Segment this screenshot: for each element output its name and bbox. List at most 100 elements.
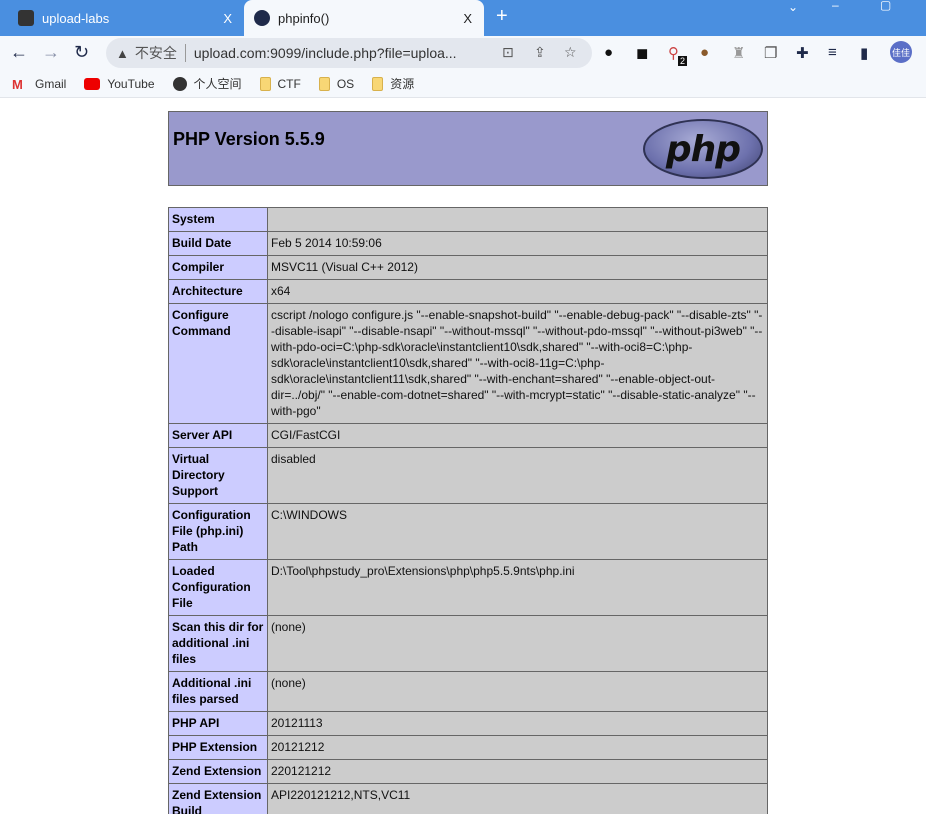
- row-label: Configuration File (php.ini) Path: [168, 503, 268, 560]
- row-value: D:\Tool\phpstudy_pro\Extensions\php\php5…: [267, 559, 768, 616]
- bookmark-label: 个人空间: [193, 77, 242, 91]
- extension-copy-icon[interactable]: ❐: [764, 44, 777, 62]
- php-info-table: System Build Date Feb 5 2014 10:59:06 Compi…: [168, 207, 768, 814]
- table-row: Configure Command cscript /nologo configu…: [168, 303, 768, 424]
- php-version-header: PHP Version 5.5.9 php: [168, 111, 768, 186]
- tab-title: upload-labs: [42, 10, 110, 26]
- bookmark-label: 资源: [390, 77, 415, 91]
- row-value: 20121212: [267, 735, 768, 760]
- row-value: API220121212,NTS,VC11: [267, 783, 768, 814]
- row-value: x64: [267, 279, 768, 304]
- bookmark-youtube[interactable]: YouTube: [84, 76, 155, 91]
- row-value: 20121113: [267, 711, 768, 736]
- row-value: disabled: [267, 447, 768, 504]
- row-label: Loaded Configuration File: [168, 559, 268, 616]
- table-row: Additional .ini files parsed (none): [168, 671, 768, 712]
- row-value: (none): [267, 615, 768, 672]
- bookmark-star-icon[interactable]: ☆: [564, 44, 577, 61]
- row-label: PHP Extension: [168, 735, 268, 760]
- table-row: Compiler MSVC11 (Visual C++ 2012): [168, 255, 768, 280]
- close-tab-icon[interactable]: X: [223, 11, 232, 26]
- translate-icon[interactable]: ⊡: [502, 44, 514, 61]
- divider: [184, 44, 186, 62]
- table-row: Zend Extension 220121212: [168, 759, 768, 784]
- youtube-icon: [84, 77, 101, 90]
- bookmark-folder-resources[interactable]: 资源: [372, 75, 414, 92]
- row-label: Server API: [168, 423, 268, 448]
- bookmark-folder-os[interactable]: OS: [318, 76, 355, 91]
- row-value: Feb 5 2014 10:59:06: [267, 231, 768, 256]
- side-panel-icon[interactable]: ▮: [860, 44, 868, 62]
- gmail-icon: M: [12, 76, 23, 92]
- bookmark-folder-ctf[interactable]: CTF: [259, 76, 301, 91]
- row-value: MSVC11 (Visual C++ 2012): [267, 255, 768, 280]
- bookmarks-bar: M Gmail YouTube 个人空间 CTF OS 资源: [0, 70, 926, 98]
- table-row: Configuration File (php.ini) Path C:\WIND…: [168, 503, 768, 560]
- folder-icon: [259, 76, 271, 91]
- folder-icon: [318, 76, 330, 91]
- site-favicon-icon: [18, 10, 34, 26]
- row-value: cscript /nologo configure.js "--enable-s…: [267, 303, 768, 424]
- toolbar: ← → ↻ ▲ 不安全 upload.com:9099/include.php?…: [0, 36, 926, 70]
- back-icon[interactable]: ←: [10, 42, 28, 63]
- php-logo-text: php: [665, 128, 741, 170]
- warning-icon: ▲: [116, 45, 129, 61]
- row-label: Zend Extension: [168, 759, 268, 784]
- table-row: PHP Extension 20121212: [168, 735, 768, 760]
- row-label: Additional .ini files parsed: [168, 671, 268, 712]
- extension-spy-icon[interactable]: ♜: [732, 44, 745, 62]
- globe-icon: [254, 10, 270, 26]
- bookmark-personal-space[interactable]: 个人空间: [172, 75, 242, 92]
- table-row: Loaded Configuration File D:\Tool\phpstud…: [168, 559, 768, 616]
- url-text[interactable]: upload.com:9099/include.php?file=uploa..…: [194, 45, 457, 61]
- tab-search-icon[interactable]: ⌄: [788, 0, 798, 14]
- row-label: System: [168, 207, 268, 232]
- page-title: PHP Version 5.5.9: [173, 129, 325, 149]
- bookmark-label: OS: [336, 76, 355, 91]
- bookmark-label: YouTube: [107, 76, 155, 91]
- row-label: Zend Extension Build: [168, 783, 268, 814]
- minimize-icon[interactable]: –: [832, 0, 839, 12]
- table-row: Architecture x64: [168, 279, 768, 304]
- table-row: Virtual Directory Support disabled: [168, 447, 768, 504]
- cookie-icon[interactable]: ●: [700, 44, 709, 61]
- security-label[interactable]: 不安全: [135, 43, 177, 63]
- bookmark-label: Gmail: [35, 76, 67, 91]
- extensions-puzzle-icon[interactable]: ✚: [796, 44, 809, 62]
- page-content: PHP Version 5.5.9 php System Build Date Fe…: [0, 98, 926, 814]
- table-row: System: [168, 207, 768, 232]
- tab-upload-labs[interactable]: upload-labs X: [8, 0, 244, 36]
- media-control-icon[interactable]: ≡: [828, 44, 837, 61]
- bookmark-label: CTF: [277, 76, 301, 91]
- row-value: C:\WINDOWS: [267, 503, 768, 560]
- profile-avatar[interactable]: 佳佳: [890, 41, 912, 63]
- row-label: Scan this dir for additional .ini files: [168, 615, 268, 672]
- table-row: PHP API 20121113: [168, 711, 768, 736]
- close-tab-icon[interactable]: X: [463, 11, 472, 26]
- address-bar[interactable]: ▲ 不安全 upload.com:9099/include.php?file=u…: [106, 38, 592, 68]
- bookmark-gmail[interactable]: M Gmail: [12, 76, 67, 92]
- extension-circle-icon[interactable]: ●: [604, 44, 613, 61]
- table-row: Zend Extension Build API220121212,NTS,VC1…: [168, 783, 768, 814]
- row-label: Virtual Directory Support: [168, 447, 268, 504]
- row-value: 220121212: [267, 759, 768, 784]
- maximize-icon[interactable]: ▢: [880, 0, 891, 12]
- row-value: CGI/FastCGI: [267, 423, 768, 448]
- row-label: Architecture: [168, 279, 268, 304]
- new-tab-button[interactable]: +: [496, 5, 508, 28]
- table-row: Build Date Feb 5 2014 10:59:06: [168, 231, 768, 256]
- forward-icon[interactable]: →: [42, 42, 60, 63]
- reload-icon[interactable]: ↻: [74, 42, 89, 63]
- php-logo[interactable]: php: [643, 119, 763, 179]
- extension-badge: 2: [678, 56, 688, 66]
- tab-title: phpinfo(): [278, 10, 330, 26]
- globe-icon: [172, 76, 187, 91]
- row-value: (none): [267, 671, 768, 712]
- tab-phpinfo[interactable]: phpinfo() X: [244, 0, 484, 36]
- row-label: Configure Command: [168, 303, 268, 424]
- row-label: Compiler: [168, 255, 268, 280]
- share-icon[interactable]: ⇪: [534, 44, 546, 61]
- table-row: Server API CGI/FastCGI: [168, 423, 768, 448]
- extension-ghost-icon[interactable]: ◼: [636, 44, 648, 62]
- row-label: PHP API: [168, 711, 268, 736]
